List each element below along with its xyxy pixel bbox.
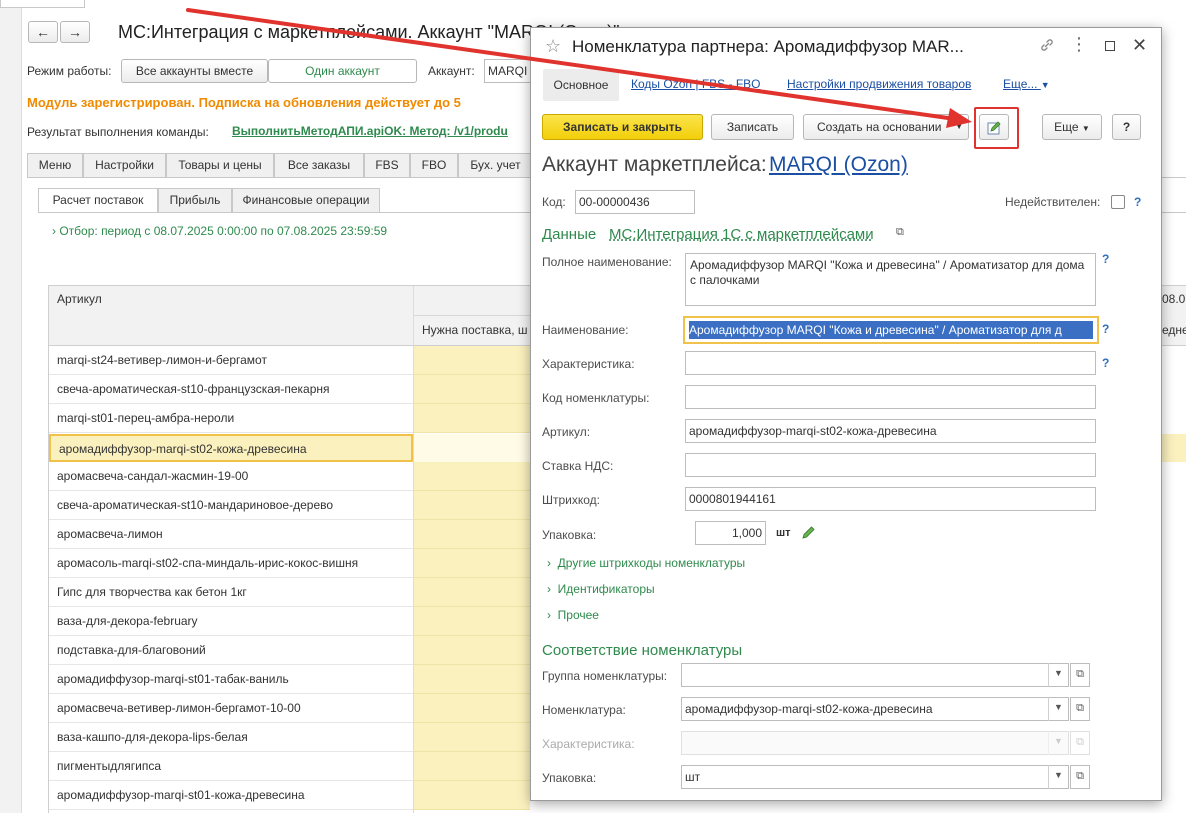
annotation-arrow [186, 8, 972, 128]
